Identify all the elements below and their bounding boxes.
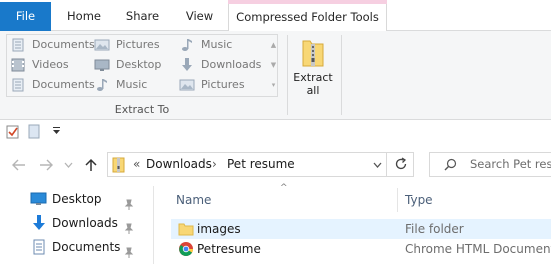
extract-all-button[interactable]: Extract all bbox=[292, 35, 334, 101]
zip-folder-icon bbox=[112, 157, 125, 173]
extract-to-label: Music bbox=[116, 78, 148, 91]
group-label-extract-to: Extract To bbox=[114, 103, 170, 116]
gallery-scroll-up-icon[interactable]: ▲ bbox=[269, 35, 278, 55]
search-placeholder: Search Pet resume bbox=[470, 157, 551, 171]
file-row[interactable]: Petresume Chrome HTML Document bbox=[171, 239, 551, 259]
nav-item-label: Desktop bbox=[52, 192, 102, 206]
quick-access-toolbar bbox=[0, 120, 551, 144]
file-name: images bbox=[197, 222, 241, 236]
search-icon bbox=[444, 158, 457, 171]
file-row[interactable]: images File folder bbox=[171, 219, 551, 239]
refresh-icon bbox=[395, 157, 406, 170]
breadcrumb-overflow[interactable]: « bbox=[133, 153, 140, 176]
extract-all-label: Extract all bbox=[292, 71, 334, 97]
extract-to-label: Pictures bbox=[116, 38, 160, 51]
properties-icon[interactable] bbox=[6, 124, 20, 139]
ribbon-divider bbox=[341, 35, 342, 115]
file-type: Chrome HTML Document bbox=[405, 242, 551, 256]
column-divider[interactable] bbox=[397, 188, 398, 212]
up-arrow-icon[interactable] bbox=[85, 158, 97, 172]
tab-share[interactable]: Share bbox=[114, 2, 171, 31]
pictures-icon bbox=[94, 39, 110, 51]
breadcrumb-downloads[interactable]: Downloads bbox=[146, 153, 212, 176]
documents-icon bbox=[12, 38, 24, 52]
address-bar[interactable]: « Downloads › Pet resume bbox=[107, 152, 414, 177]
pin-icon[interactable] bbox=[124, 218, 134, 240]
ribbon-tab-bar: File Home Share View Compressed Folder T… bbox=[0, 0, 551, 32]
extract-to-label: Documents bbox=[32, 78, 95, 91]
breadcrumb-pet-resume[interactable]: Pet resume bbox=[227, 153, 295, 176]
refresh-button[interactable] bbox=[386, 152, 414, 177]
folder-icon bbox=[178, 223, 194, 236]
extract-to-gallery: Documents Pictures Music Videos Desktop … bbox=[6, 34, 278, 97]
ribbon-panel: Documents Pictures Music Videos Desktop … bbox=[0, 31, 551, 120]
downloads-icon bbox=[182, 58, 192, 71]
extract-all-line1: Extract bbox=[293, 71, 333, 84]
file-name: Petresume bbox=[197, 242, 261, 256]
address-dropdown-chevron-icon[interactable] bbox=[373, 162, 382, 169]
chrome-icon bbox=[179, 242, 194, 256]
breadcrumb-separator[interactable]: › bbox=[212, 153, 217, 176]
ribbon-divider bbox=[287, 35, 288, 115]
extract-to-label: Music bbox=[201, 38, 233, 51]
file-type: File folder bbox=[405, 222, 464, 236]
recent-locations-chevron-icon[interactable] bbox=[64, 161, 73, 169]
tab-compressed-folder-tools[interactable]: Compressed Folder Tools bbox=[228, 0, 387, 32]
gallery-scrollbar[interactable]: ▲ ▼ ▾ bbox=[269, 35, 278, 96]
column-header-name[interactable]: Name bbox=[176, 188, 211, 212]
forward-arrow-icon[interactable] bbox=[39, 159, 53, 171]
back-arrow-icon[interactable] bbox=[12, 159, 26, 171]
videos-icon bbox=[11, 58, 25, 72]
extract-to-label: Pictures bbox=[201, 78, 245, 91]
gallery-scroll-down-icon[interactable]: ▼ bbox=[269, 55, 278, 75]
nav-item-label: Documents bbox=[52, 240, 121, 254]
search-box[interactable]: Search Pet resume bbox=[429, 152, 551, 177]
tab-view[interactable]: View bbox=[171, 2, 228, 31]
desktop-icon bbox=[30, 192, 47, 205]
new-folder-icon[interactable] bbox=[28, 124, 40, 139]
music-icon bbox=[97, 79, 107, 91]
sort-up-icon: ^ bbox=[280, 183, 288, 193]
desktop-icon bbox=[94, 59, 110, 71]
navigation-pane: Desktop Downloads Documents bbox=[0, 186, 154, 264]
zip-folder-icon bbox=[302, 40, 324, 67]
documents-icon bbox=[33, 239, 45, 255]
nav-item-label: Downloads bbox=[52, 216, 118, 230]
tab-home[interactable]: Home bbox=[54, 2, 114, 31]
extract-to-label: Desktop bbox=[116, 58, 162, 71]
pin-icon[interactable] bbox=[124, 242, 134, 264]
tab-file[interactable]: File bbox=[0, 2, 51, 31]
column-header-type[interactable]: Type bbox=[405, 188, 433, 212]
extract-to-label: Documents bbox=[32, 38, 95, 51]
music-icon bbox=[182, 39, 192, 51]
pictures-icon bbox=[179, 79, 195, 91]
extract-to-label: Downloads bbox=[201, 58, 262, 71]
extract-all-line2: all bbox=[306, 84, 320, 97]
extract-to-label: Videos bbox=[32, 58, 69, 71]
pin-icon[interactable] bbox=[124, 194, 134, 216]
customize-toolbar-icon[interactable] bbox=[52, 126, 61, 136]
downloads-icon bbox=[33, 215, 45, 230]
gallery-expand-icon[interactable]: ▾ bbox=[269, 75, 278, 95]
documents-icon bbox=[12, 78, 24, 92]
